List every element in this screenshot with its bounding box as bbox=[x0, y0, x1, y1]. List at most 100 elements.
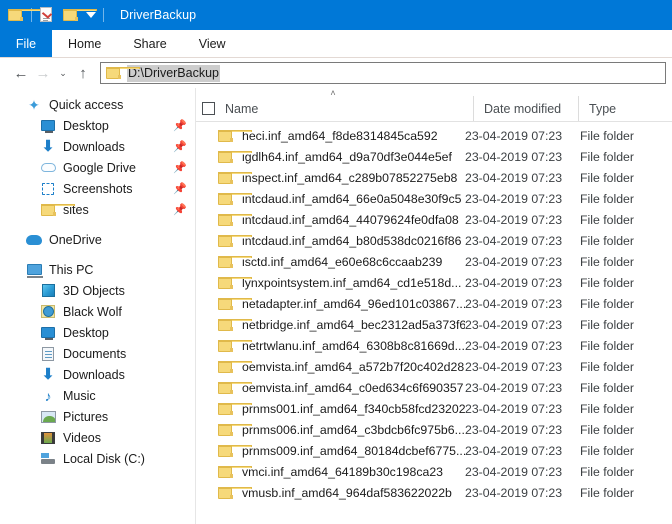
tab-view[interactable]: View bbox=[183, 30, 242, 57]
sidebar-item-onedrive[interactable]: OneDrive bbox=[0, 229, 195, 250]
file-type: File folder bbox=[580, 338, 634, 353]
file-name: isctd.inf_amd64_e60e68c6ccaab239 bbox=[242, 254, 443, 269]
sidebar-item-local-disk-c[interactable]: Local Disk (C:) bbox=[0, 448, 195, 469]
folder-icon bbox=[218, 171, 252, 184]
tab-home[interactable]: Home bbox=[52, 30, 117, 57]
file-date-modified: 23-04-2019 07:23 bbox=[465, 296, 563, 311]
address-bar[interactable]: D:\DriverBackup bbox=[100, 62, 666, 84]
table-row[interactable]: prnms006.inf_amd64_c3bdcb6fc975b6... 23-… bbox=[196, 419, 672, 440]
folder-icon bbox=[218, 360, 252, 373]
address-input[interactable]: D:\DriverBackup bbox=[127, 64, 220, 82]
sidebar-item-google-drive[interactable]: Google Drive 📌 bbox=[0, 157, 195, 178]
pin-icon[interactable]: 📌 bbox=[173, 182, 187, 195]
new-folder-icon[interactable] bbox=[63, 7, 97, 23]
recent-locations-icon[interactable]: ⌄ bbox=[54, 62, 72, 84]
folder-icon bbox=[218, 381, 252, 394]
file-list-pane: ˄ Name Date modified Type heci.inf_amd64… bbox=[195, 88, 672, 524]
sidebar-item-sites[interactable]: sites 📌 bbox=[0, 199, 195, 220]
file-type: File folder bbox=[580, 443, 634, 458]
column-header-name[interactable]: Name bbox=[225, 96, 473, 121]
sidebar-item-label: Black Wolf bbox=[63, 304, 122, 319]
table-row[interactable]: vmci.inf_amd64_64189b30c198ca23 23-04-20… bbox=[196, 461, 672, 482]
table-row[interactable]: intcdaud.inf_amd64_44079624fe0dfa08 23-0… bbox=[196, 209, 672, 230]
file-date-modified: 23-04-2019 07:23 bbox=[465, 422, 563, 437]
folder-icon bbox=[218, 234, 252, 247]
file-name: prnms001.inf_amd64_f340cb58fcd23202 bbox=[242, 401, 465, 416]
forward-button[interactable]: → bbox=[32, 62, 54, 84]
table-row[interactable]: prnms001.inf_amd64_f340cb58fcd23202 23-0… bbox=[196, 398, 672, 419]
table-row[interactable]: lynxpointsystem.inf_amd64_cd1e518d... 23… bbox=[196, 272, 672, 293]
sidebar-item-label: Videos bbox=[63, 430, 101, 445]
sidebar-item-screenshots[interactable]: Screenshots 📌 bbox=[0, 178, 195, 199]
music-note-icon: ♪ bbox=[44, 387, 52, 404]
file-rows: heci.inf_amd64_f8de8314845ca592 23-04-20… bbox=[196, 122, 672, 503]
folder-icon bbox=[218, 444, 252, 457]
table-row[interactable]: isctd.inf_amd64_e60e68c6ccaab239 23-04-2… bbox=[196, 251, 672, 272]
back-button[interactable]: ← bbox=[10, 62, 32, 84]
table-row[interactable]: oemvista.inf_amd64_c0ed634c6f690357 23-0… bbox=[196, 377, 672, 398]
download-arrow-icon: ⬇ bbox=[41, 366, 55, 383]
table-row[interactable]: igdlh64.inf_amd64_d9a70df3e044e5ef 23-04… bbox=[196, 146, 672, 167]
file-date-modified: 23-04-2019 07:23 bbox=[465, 338, 563, 353]
up-button[interactable]: ↑ bbox=[72, 62, 94, 84]
sidebar-item-label: OneDrive bbox=[49, 232, 102, 247]
file-date-modified: 23-04-2019 07:23 bbox=[465, 275, 563, 290]
sidebar-item-this-pc[interactable]: This PC bbox=[0, 259, 195, 280]
file-type: File folder bbox=[580, 128, 634, 143]
table-row[interactable]: inspect.inf_amd64_c289b07852275eb8 23-04… bbox=[196, 167, 672, 188]
pin-icon[interactable]: 📌 bbox=[173, 161, 187, 174]
file-type: File folder bbox=[580, 317, 634, 332]
file-type: File folder bbox=[580, 401, 634, 416]
pin-icon[interactable]: 📌 bbox=[173, 203, 187, 216]
sidebar-item-videos[interactable]: Videos bbox=[0, 427, 195, 448]
table-row[interactable]: oemvista.inf_amd64_a572b7f20c402d28 23-0… bbox=[196, 356, 672, 377]
pin-icon[interactable]: 📌 bbox=[173, 140, 187, 153]
file-type: File folder bbox=[580, 296, 634, 311]
table-row[interactable]: prnms009.inf_amd64_80184dcbef6775... 23-… bbox=[196, 440, 672, 461]
sidebar-item-desktop-pc[interactable]: Desktop bbox=[0, 322, 195, 343]
table-row[interactable]: netbridge.inf_amd64_bec2312ad5a373f6 23-… bbox=[196, 314, 672, 335]
file-date-modified: 23-04-2019 07:23 bbox=[465, 212, 563, 227]
file-date-modified: 23-04-2019 07:23 bbox=[465, 149, 563, 164]
folder-icon[interactable] bbox=[8, 7, 42, 23]
table-row[interactable]: netadapter.inf_amd64_96ed101c03867... 23… bbox=[196, 293, 672, 314]
column-header-date-modified[interactable]: Date modified bbox=[473, 96, 578, 121]
sidebar-item-documents[interactable]: Documents bbox=[0, 343, 195, 364]
sidebar-item-label: Desktop bbox=[63, 118, 109, 133]
file-name: intcdaud.inf_amd64_66e0a5048e30f9c5 bbox=[242, 191, 462, 206]
table-row[interactable]: intcdaud.inf_amd64_66e0a5048e30f9c5 23-0… bbox=[196, 188, 672, 209]
videos-icon bbox=[40, 430, 56, 446]
customize-toolbar-caret-icon[interactable] bbox=[86, 12, 96, 18]
file-type: File folder bbox=[580, 275, 634, 290]
tab-share[interactable]: Share bbox=[117, 30, 182, 57]
pin-icon[interactable]: 📌 bbox=[173, 119, 187, 132]
properties-icon[interactable] bbox=[39, 7, 55, 23]
tab-file[interactable]: File bbox=[0, 30, 52, 57]
folder-icon bbox=[218, 150, 252, 163]
navigation-bar: ← → ⌄ ↑ D:\DriverBackup bbox=[0, 58, 672, 88]
file-name: inspect.inf_amd64_c289b07852275eb8 bbox=[242, 170, 458, 185]
sidebar-item-desktop[interactable]: Desktop 📌 bbox=[0, 115, 195, 136]
sidebar-item-black-wolf[interactable]: Black Wolf bbox=[0, 301, 195, 322]
sidebar-item-downloads[interactable]: ⬇ Downloads 📌 bbox=[0, 136, 195, 157]
select-all-checkbox[interactable] bbox=[202, 102, 215, 115]
file-date-modified: 23-04-2019 07:23 bbox=[465, 191, 563, 206]
file-name: intcdaud.inf_amd64_b80d538dc0216f86 bbox=[242, 233, 462, 248]
sidebar-item-downloads-pc[interactable]: ⬇ Downloads bbox=[0, 364, 195, 385]
table-row[interactable]: netrtwlanu.inf_amd64_6308b8c81669d... 23… bbox=[196, 335, 672, 356]
table-row[interactable]: vmusb.inf_amd64_964daf583622022b 23-04-2… bbox=[196, 482, 672, 503]
sidebar-item-pictures[interactable]: Pictures bbox=[0, 406, 195, 427]
sidebar-item-quick-access[interactable]: ✦ Quick access bbox=[0, 94, 195, 115]
table-row[interactable]: intcdaud.inf_amd64_b80d538dc0216f86 23-0… bbox=[196, 230, 672, 251]
sidebar-item-label: Desktop bbox=[63, 325, 109, 340]
file-date-modified: 23-04-2019 07:23 bbox=[465, 359, 563, 374]
sidebar-item-3d-objects[interactable]: 3D Objects bbox=[0, 280, 195, 301]
column-header-type[interactable]: Type bbox=[578, 96, 668, 121]
sidebar-item-label: This PC bbox=[49, 262, 94, 277]
table-row[interactable]: heci.inf_amd64_f8de8314845ca592 23-04-20… bbox=[196, 125, 672, 146]
sidebar-item-music[interactable]: ♪ Music bbox=[0, 385, 195, 406]
sidebar-group-gap-2 bbox=[0, 250, 195, 259]
sidebar-item-label: Music bbox=[63, 388, 96, 403]
folder-icon bbox=[218, 192, 252, 205]
download-arrow-icon: ⬇ bbox=[41, 138, 55, 155]
